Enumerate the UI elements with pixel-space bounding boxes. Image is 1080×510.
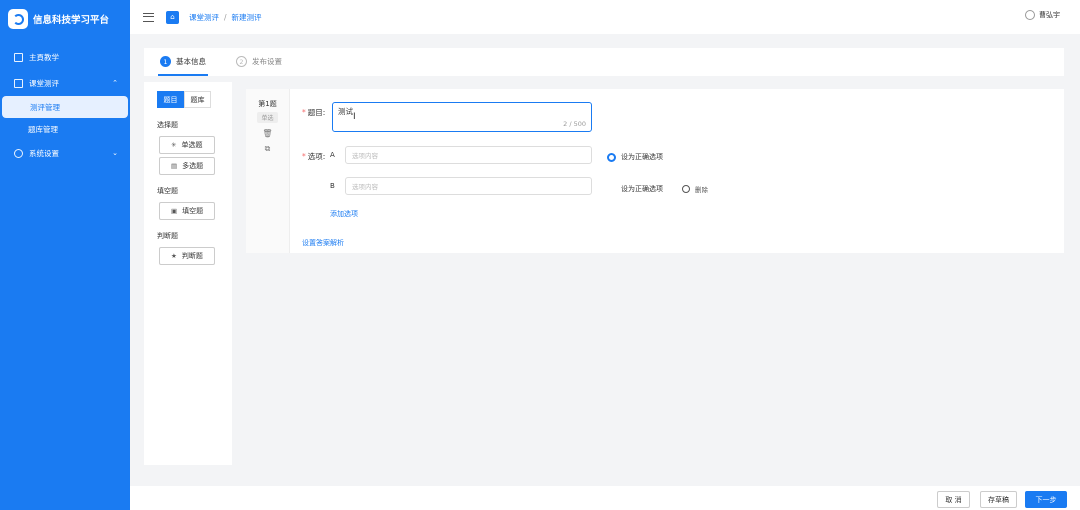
option-b-input[interactable]: 选项内容 [345, 177, 592, 195]
single-choice-button[interactable]: ✳ 单选题 [159, 136, 215, 154]
sidebar-item-question-bank[interactable]: 题库管理 [0, 118, 130, 140]
option-letter: A [330, 151, 335, 159]
label-text: 选项: [307, 152, 326, 161]
question-editor: 第1题 单选 🗑 ⧉ * 题目: 测试 I 2 / 500 * 选项: A 选项内容… [246, 89, 1064, 253]
question-type-panel: 题目 题库 选择题 ✳ 单选题 ▤ 多选题 填空题 ▣ 填空题 判断题 ★ 判断题 [144, 82, 232, 465]
text-cursor-icon: I [353, 112, 356, 122]
sidebar-nav: 主頁教学 课堂测评 ⌃ 测评管理 题库管理 系统设置 ⌄ [0, 44, 130, 166]
radio-label: 设为正确选项 [621, 185, 663, 193]
step-basic-info[interactable]: 1 基本信息 [158, 56, 208, 76]
group-choice: 选择题 ✳ 单选题 ▤ 多选题 [157, 120, 232, 175]
app-logo-icon [8, 9, 28, 29]
step-label: 发布设置 [252, 57, 282, 66]
step-number: 2 [236, 56, 247, 67]
sidebar-item-label: 系统设置 [29, 148, 59, 158]
minus-circle-icon [682, 185, 690, 193]
breadcrumb-separator: / [224, 12, 227, 22]
breadcrumb-item[interactable]: 新建测评 [232, 13, 262, 22]
step-number: 1 [160, 56, 171, 67]
radio-dot [607, 152, 616, 162]
radio-label: 设为正确选项 [621, 153, 663, 161]
steps-bar: 1 基本信息 2 发布设置 [144, 48, 1064, 76]
user-avatar-icon [1025, 10, 1035, 20]
user-menu[interactable]: 曹弘宇 [1025, 10, 1060, 20]
question-source-tabs: 题目 题库 [157, 91, 232, 108]
list-icon: ▤ [171, 162, 178, 170]
add-option-link[interactable]: 添加选项 [330, 209, 358, 219]
sidebar-item-label: 课堂测评 [29, 78, 59, 88]
sidebar: 信息科技学习平台 主頁教学 课堂测评 ⌃ 测评管理 题库管理 系统设置 ⌄ [0, 0, 130, 510]
step-publish-settings[interactable]: 2 发布设置 [236, 56, 282, 67]
option-letter: B [330, 182, 335, 190]
top-bar: ⌂ 课堂测评 / 新建测评 曹弘宇 [130, 0, 1080, 34]
star-icon: ★ [171, 252, 177, 260]
radio-dot [607, 185, 616, 194]
delete-option-button[interactable]: 删除 [682, 184, 708, 194]
menu-toggle-icon[interactable] [143, 12, 154, 22]
option-b-correct-radio[interactable]: 设为正确选项 [607, 184, 663, 194]
next-step-button[interactable]: 下一步 [1025, 491, 1067, 508]
true-false-button[interactable]: ★ 判断题 [159, 247, 215, 265]
breadcrumb-item[interactable]: 课堂测评 [189, 13, 219, 22]
sidebar-item-label: 主頁教学 [29, 52, 59, 62]
sidebar-item-assessment-manage[interactable]: 测评管理 [2, 96, 128, 118]
option-a-input[interactable]: 选项内容 [345, 146, 592, 164]
question-number: 第1题 [258, 100, 277, 108]
question-type-tag: 单选 [257, 112, 278, 123]
button-label: 填空题 [182, 207, 204, 215]
tab-questions[interactable]: 题目 [157, 91, 184, 108]
set-analysis-link[interactable]: 设置答案解析 [302, 238, 344, 248]
required-mark: * [302, 108, 306, 117]
cancel-button[interactable]: 取 消 [937, 491, 970, 508]
question-index: 第1题 单选 🗑 ⧉ [246, 89, 290, 253]
chevron-down-icon: ⌄ [112, 149, 118, 157]
brand[interactable]: 信息科技学习平台 [0, 0, 130, 38]
button-label: 判断题 [181, 252, 203, 260]
book-icon [14, 52, 23, 62]
sidebar-item-settings[interactable]: 系统设置 ⌄ [0, 140, 130, 166]
title-label: * 题目: [302, 107, 325, 118]
title-value: 测试 [338, 107, 353, 116]
asterisk-icon: ✳ [171, 141, 177, 149]
square-icon: ▣ [171, 207, 178, 215]
char-counter: 2 / 500 [563, 120, 586, 128]
app-name: 信息科技学习平台 [33, 15, 110, 26]
option-a-correct-radio[interactable]: 设为正确选项 [607, 152, 663, 162]
question-title-input[interactable]: 测试 I 2 / 500 [332, 102, 592, 132]
footer-bar: 取 消 存草稿 下一步 [130, 486, 1080, 510]
sidebar-item-teaching[interactable]: 主頁教学 [0, 44, 130, 70]
group-fill: 填空题 ▣ 填空题 [157, 186, 232, 220]
trash-icon[interactable]: 🗑 [246, 129, 289, 138]
label-text: 题目: [307, 108, 326, 117]
group-title: 选择题 [157, 121, 178, 129]
step-label: 基本信息 [176, 57, 206, 66]
group-title: 填空题 [157, 187, 178, 195]
save-draft-button[interactable]: 存草稿 [980, 491, 1017, 508]
home-icon[interactable]: ⌂ [166, 10, 179, 24]
options-label: * 选项: [302, 151, 325, 162]
user-name: 曹弘宇 [1039, 11, 1060, 19]
calendar-icon [14, 78, 23, 88]
fill-blank-button[interactable]: ▣ 填空题 [159, 202, 215, 220]
multiple-choice-button[interactable]: ▤ 多选题 [159, 157, 215, 175]
tab-question-bank[interactable]: 题库 [184, 91, 211, 108]
button-label: 单选题 [181, 141, 203, 149]
sidebar-item-assessment[interactable]: 课堂测评 ⌃ [0, 70, 130, 96]
group-judge: 判断题 ★ 判断题 [157, 231, 232, 265]
copy-icon[interactable]: ⧉ [246, 144, 289, 154]
required-mark: * [302, 152, 306, 161]
group-title: 判断题 [157, 232, 178, 240]
button-label: 多选题 [182, 162, 204, 170]
delete-label: 删除 [695, 186, 708, 194]
breadcrumb: 课堂测评 / 新建测评 [189, 12, 262, 23]
gear-icon [14, 148, 23, 158]
chevron-up-icon: ⌃ [112, 79, 118, 87]
